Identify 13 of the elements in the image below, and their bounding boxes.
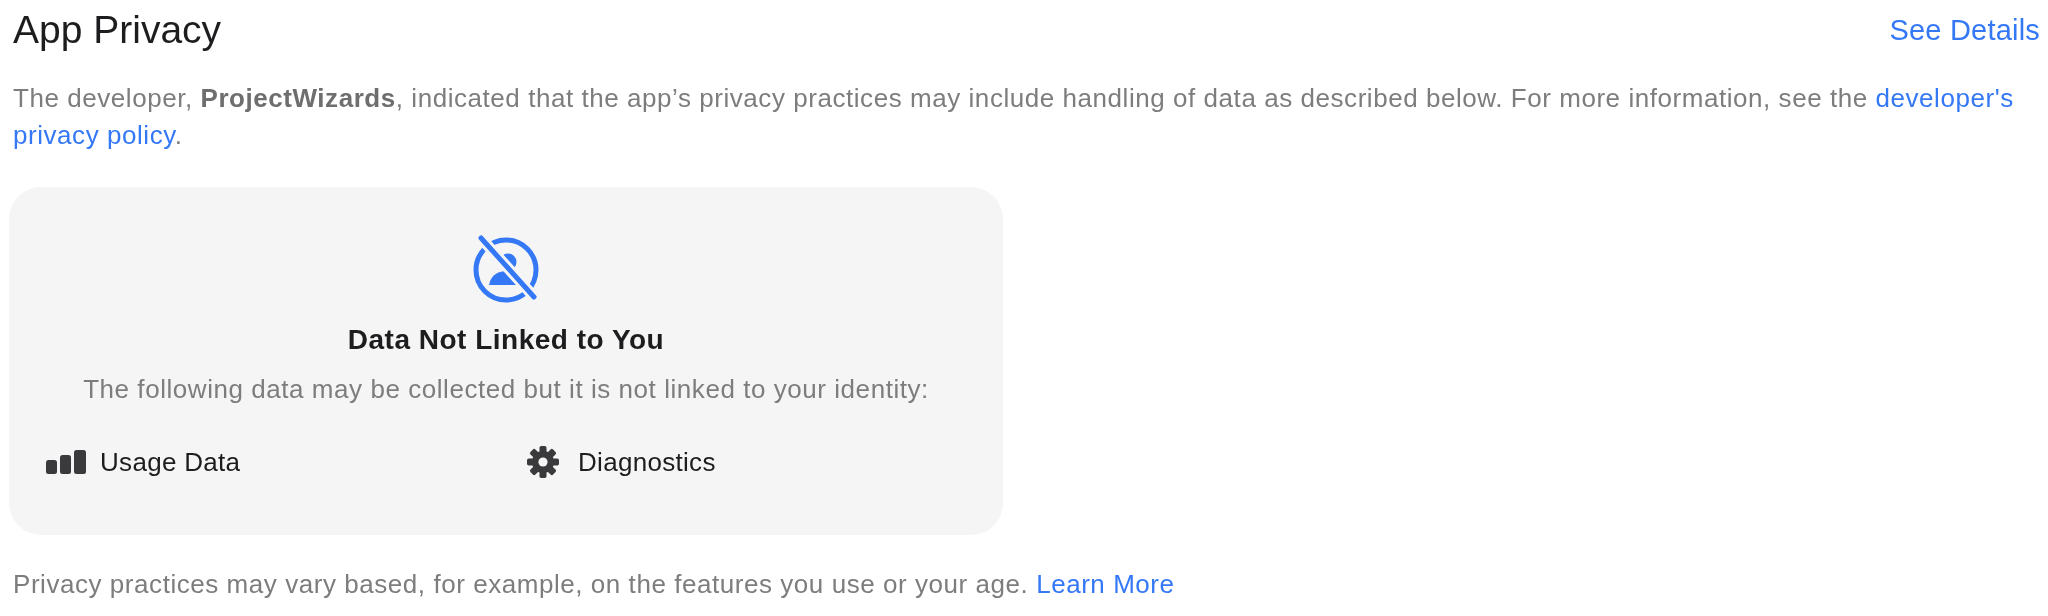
privacy-description: The developer, ProjectWizards, indicated that the app’s privacy practices may include handling of data as described below. For more information, see the developer's privacy policy. <box>13 82 2015 152</box>
see-details-link[interactable]: See Details <box>1889 12 2040 48</box>
footer-note: Privacy practices may vary based, for example, on the features you use or your age. Learn More <box>13 569 1176 599</box>
card-subtitle: The following data may be collected but it is not linked to your identity: <box>83 374 929 404</box>
learn-more-link[interactable]: Learn More <box>1036 569 1175 599</box>
section-title: App Privacy <box>13 7 222 53</box>
card-title: Data Not Linked to You <box>347 323 665 357</box>
privacy-policy-link[interactable]: developer's <box>1875 83 2014 113</box>
data-type-label: Usage Data <box>100 447 241 477</box>
bar-chart-icon <box>46 450 86 474</box>
data-type-label: Diagnostics <box>578 447 716 477</box>
gear-icon <box>527 446 559 478</box>
privacy-policy-link[interactable]: privacy policy <box>13 120 175 150</box>
